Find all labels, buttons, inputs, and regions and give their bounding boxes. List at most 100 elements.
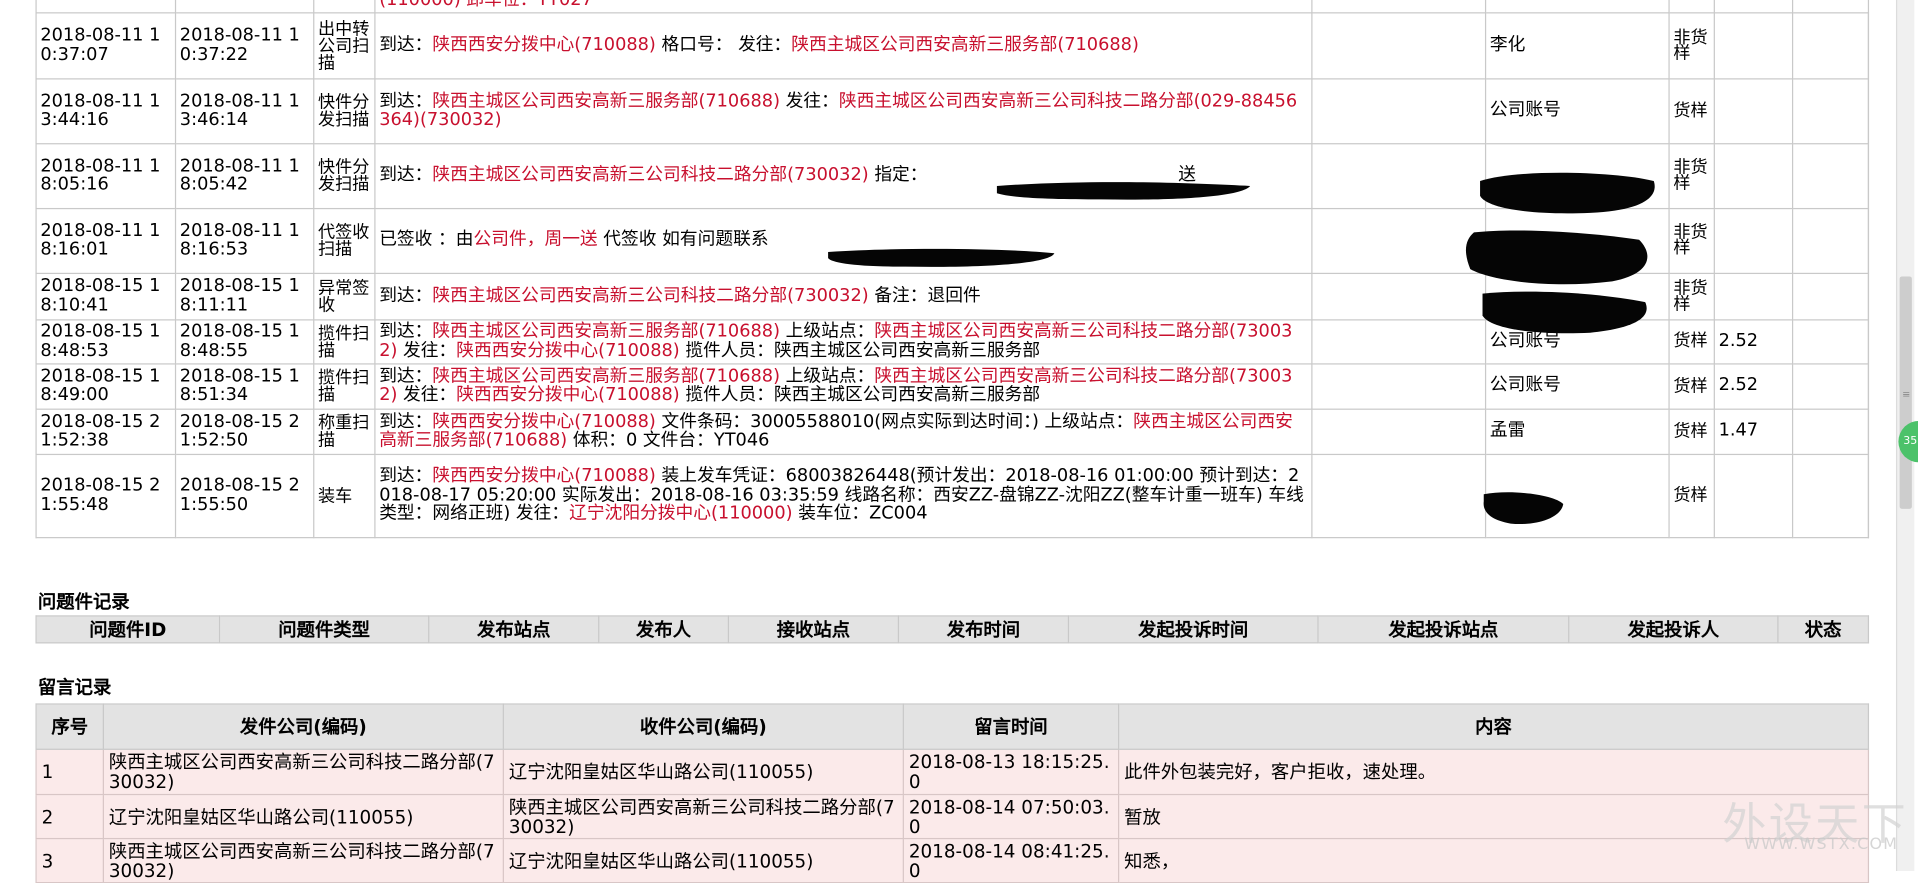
column-header[interactable]: 发起投诉人	[1568, 615, 1779, 644]
partial-detail: (110000) 卸车位：YT027	[374, 0, 1313, 14]
operator	[1484, 207, 1670, 275]
problem-section-title: 问题件记录	[37, 590, 130, 613]
station-name: 陕西西安分拨中心(710088)	[432, 466, 656, 486]
table-row: 2018-08-11 18:05:16 2018-08-11 18:05:42 快件…	[35, 143, 1870, 210]
scan-time: 2018-08-15 18:10:41	[35, 272, 177, 321]
operator	[1484, 143, 1670, 210]
message-from: 陕西主城区公司西安高新三公司科技二路分部(730032)	[102, 837, 504, 883]
blank-cell	[1311, 143, 1487, 210]
detail-text: 到达：	[379, 165, 433, 186]
column-header[interactable]: 收件公司(编码)	[502, 703, 904, 750]
station-name: 陕西西安分拨中心(710088)	[456, 385, 680, 405]
op-type: 称重扫描	[313, 408, 376, 456]
detail-text: 发往：	[780, 91, 839, 111]
blank-cell	[1791, 207, 1870, 275]
operator: 公司账号	[1484, 319, 1670, 365]
message-to: 辽宁沈阳皇姑区华山路公司(110055)	[502, 748, 904, 796]
detail-text: 上级站点：	[780, 366, 875, 386]
sample-flag: 非货样	[1668, 272, 1715, 321]
station-name: 陕西西安分拨中心(710088)	[456, 340, 680, 361]
grip-icon: ≡	[1902, 389, 1911, 401]
message-from: 陕西主城区公司西安高新三公司科技二路分部(730032)	[102, 748, 504, 796]
operator: 公司账号	[1484, 363, 1670, 410]
op-type: 装车	[313, 453, 376, 539]
message-time: 2018-08-14 08:41:25.0	[902, 837, 1120, 883]
sample-flag: 货样	[1668, 453, 1715, 539]
op-type: 揽件扫描	[313, 363, 376, 410]
detail-text: 装车位：ZC004	[792, 504, 928, 524]
detail-text: 到达：	[379, 466, 433, 486]
sample-flag: 货样	[1668, 78, 1715, 145]
weight	[1713, 207, 1794, 275]
detail-text: 到达：	[379, 366, 433, 386]
column-header[interactable]: 留言时间	[902, 703, 1120, 750]
column-header[interactable]: 状态	[1777, 615, 1870, 644]
scan-time: 2018-08-11 18:05:16	[35, 143, 177, 210]
problem-table: 问题件ID 问题件类型 发布站点 发布人 接收站点 发布时间 发起投诉时间 发起…	[35, 615, 1870, 644]
column-header[interactable]: 内容	[1118, 703, 1870, 750]
scan-time: 2018-08-15 18:48:53	[35, 319, 177, 365]
column-header[interactable]: 发布人	[598, 615, 730, 644]
station-name: 陕西主城区公司西安高新三公司科技二路分部(730032)	[432, 165, 869, 186]
message-table-header: 序号 发件公司(编码) 收件公司(编码) 留言时间 内容	[35, 703, 1870, 750]
scan-detail: 到达：陕西西安分拨中心(710088) 格口号： 发往：陕西主城区公司西安高新三…	[374, 12, 1313, 80]
weight	[1713, 453, 1794, 539]
blank-cell	[1311, 363, 1487, 410]
upload-time: 2018-08-15 18:11:11	[174, 272, 315, 321]
column-header[interactable]: 序号	[35, 703, 104, 750]
column-header[interactable]: 发件公司(编码)	[102, 703, 504, 750]
message-from: 辽宁沈阳皇姑区华山路公司(110055)	[102, 793, 504, 840]
column-header[interactable]: 发起投诉站点	[1317, 615, 1570, 644]
upload-time: 2018-08-11 18:05:42	[174, 143, 315, 210]
blank-cell	[1791, 319, 1870, 365]
blank-cell	[1311, 12, 1487, 80]
column-header[interactable]: 发布时间	[897, 615, 1070, 644]
message-to: 陕西主城区公司西安高新三公司科技二路分部(730032)	[502, 793, 904, 840]
scan-time: 2018-08-11 18:16:01	[35, 207, 177, 275]
table-row: 2 辽宁沈阳皇姑区华山路公司(110055) 陕西主城区公司西安高新三公司科技二…	[35, 793, 1870, 840]
scan-detail: 到达：陕西主城区公司西安高新三服务部(710688) 发往：陕西主城区公司西安高…	[374, 78, 1313, 145]
table-row: 2018-08-15 21:52:38 2018-08-15 21:52:50 称重…	[35, 408, 1870, 456]
table-row: 2018-08-11 18:16:01 2018-08-11 18:16:53 代签…	[35, 207, 1870, 275]
station-name: 陕西西安分拨中心(710088)	[432, 35, 656, 55]
upload-time: 2018-08-15 21:52:50	[174, 408, 315, 456]
detail-text: 到达：	[379, 91, 433, 111]
message-time: 2018-08-13 18:15:25.0	[902, 748, 1120, 796]
op-type: 快件分发扫描	[313, 78, 376, 145]
weight: 1.47	[1713, 408, 1794, 456]
column-header[interactable]: 接收站点	[727, 615, 900, 644]
detail-text: 格口号： 发往：	[655, 35, 792, 55]
column-header[interactable]: 发起投诉时间	[1067, 615, 1319, 644]
problem-table-header: 问题件ID 问题件类型 发布站点 发布人 接收站点 发布时间 发起投诉时间 发起…	[35, 615, 1870, 644]
message-no: 3	[35, 837, 104, 883]
scan-detail: 到达：陕西西安分拨中心(710088) 文件条码：30005588010(网点实…	[374, 408, 1313, 456]
blank-cell	[1791, 143, 1870, 210]
op-type: 揽件扫描	[313, 319, 376, 365]
tracking-table: (110000) 卸车位：YT027 2018-08-11 10:37:0720…	[35, 0, 1870, 539]
sample-flag: 非货样	[1668, 207, 1715, 275]
detail-text: 揽件人员：陕西主城区公司西安高新三服务部	[679, 340, 1041, 361]
sample-flag: 非货样	[1668, 12, 1715, 80]
scan-time: 2018-08-15 18:49:00	[35, 363, 177, 410]
scan-time: 2018-08-15 21:55:48	[35, 453, 177, 539]
weight	[1713, 143, 1794, 210]
scan-detail: 到达：陕西主城区公司西安高新三公司科技二路分部(730032) 指定： 送	[374, 143, 1313, 210]
station-name: 陕西主城区公司西安高新三服务部(710688)	[791, 35, 1139, 55]
detail-text: 体积：0 文件台：YT046	[567, 430, 770, 451]
upload-time: 2018-08-11 10:37:22	[174, 12, 315, 80]
operator: 孟雷	[1484, 408, 1670, 456]
blank-cell	[1311, 272, 1487, 321]
column-header[interactable]: 问题件ID	[35, 615, 221, 644]
scan-detail: 到达：陕西主城区公司西安高新三服务部(710688) 上级站点：陕西主城区公司西…	[374, 363, 1313, 410]
detail-text: 备注：退回件	[868, 285, 981, 306]
detail-text: 上级站点：	[780, 321, 875, 342]
blank-cell	[1311, 408, 1487, 456]
detail-text: 到达：	[379, 285, 433, 306]
message-time: 2018-08-14 07:50:03.0	[902, 793, 1120, 840]
column-header[interactable]: 发布站点	[428, 615, 600, 644]
column-header[interactable]: 问题件类型	[218, 615, 430, 644]
station-name: 陕西主城区公司西安高新三服务部(710688)	[432, 366, 781, 386]
detail-text: 到达：	[379, 35, 433, 55]
scan-detail: 已签收 ：由公司件，周一送 代签收 如有问题联系	[374, 207, 1313, 275]
table-row: 2018-08-15 21:55:48 2018-08-15 21:55:50 装车…	[35, 453, 1870, 539]
